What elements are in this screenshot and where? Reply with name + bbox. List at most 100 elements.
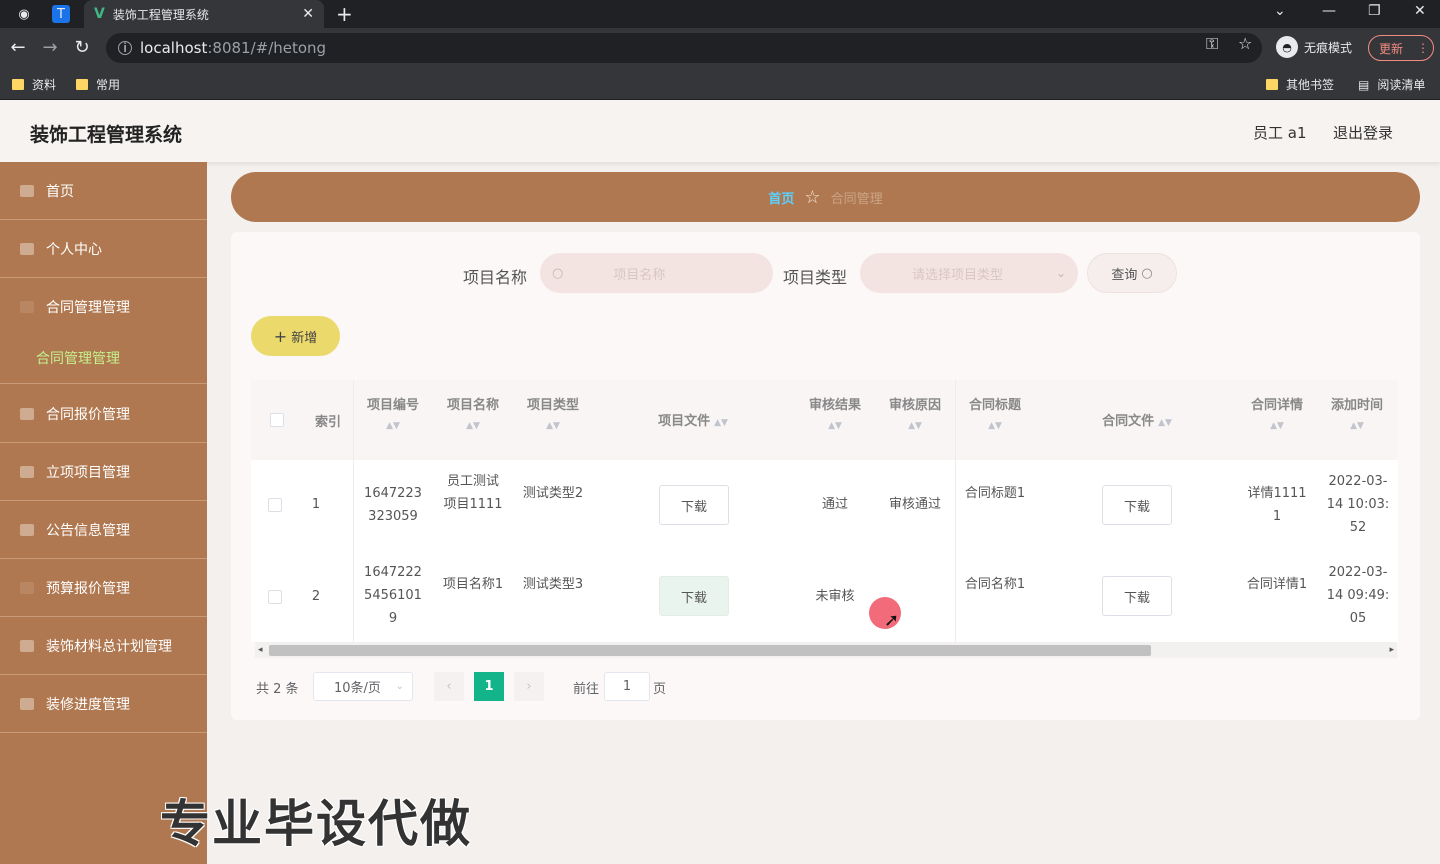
folder-icon: [76, 79, 88, 90]
sidebar-subitem-label: 合同管理管理: [36, 350, 120, 367]
prev-page-button[interactable]: ‹: [434, 672, 464, 701]
project-name-input[interactable]: ○ 项目名称: [540, 253, 773, 293]
table-row[interactable]: 2 16472225456101 9 项目名称1 测试类型3 下载 未审核 合同…: [251, 552, 1398, 642]
incognito-indicator[interactable]: ◓ 无痕模式: [1276, 36, 1352, 58]
chevron-down-icon: ⌄: [1055, 266, 1066, 280]
download-project-file-button[interactable]: 下载: [659, 485, 729, 525]
col-name[interactable]: 项目名称 ▲▼: [433, 394, 513, 431]
goto-page-input[interactable]: 1: [604, 672, 650, 701]
site-info-icon[interactable]: i: [118, 41, 132, 55]
col-file[interactable]: 项目文件 ▲▼: [593, 410, 793, 429]
sort-icon[interactable]: ▲▼: [1158, 418, 1172, 428]
sort-icon[interactable]: ▲▼: [1237, 421, 1317, 431]
star-icon: ☆: [804, 186, 821, 208]
bookmark-folder[interactable]: 常用: [76, 76, 120, 93]
tab-close-icon[interactable]: ✕: [302, 6, 314, 22]
sort-icon[interactable]: ▲▼: [955, 421, 1035, 431]
chevron-down-icon: ⌄: [395, 681, 404, 692]
bookmark-star-icon[interactable]: ☆: [1238, 34, 1252, 53]
sidebar-item-label: 装修进度管理: [46, 696, 130, 713]
sidebar-item-home[interactable]: 首页: [0, 162, 207, 220]
breadcrumb-home[interactable]: 首页: [768, 188, 794, 207]
project-type-placeholder: 请选择项目类型: [912, 267, 1004, 283]
minimize-icon[interactable]: —: [1322, 3, 1336, 19]
bookmark-folder[interactable]: 资料: [12, 76, 56, 93]
download-contract-file-button[interactable]: 下载: [1102, 576, 1172, 616]
sidebar-item-progress[interactable]: 装修进度管理: [0, 675, 207, 733]
col-contract-detail[interactable]: 合同详情 ▲▼: [1237, 394, 1317, 431]
table-header: 索引 项目编号 ▲▼ 项目名称 ▲▼ 项目类型 ▲▼ 项目文件 ▲▼ 审核结果 ▲▼ 审核…: [251, 380, 1398, 460]
cell-index: 1: [311, 497, 321, 512]
restore-icon[interactable]: ❐: [1368, 3, 1381, 19]
cell-contract-detail: 合同详情1: [1246, 577, 1308, 592]
contract-icon: [20, 301, 34, 313]
sidebar-item-material[interactable]: 装饰材料总计划管理: [0, 617, 207, 675]
update-button[interactable]: 更新 ⋮: [1368, 35, 1434, 61]
col-contract-title[interactable]: 合同标题 ▲▼: [955, 394, 1035, 431]
sort-icon[interactable]: ▲▼: [1317, 421, 1397, 431]
scrollbar-thumb[interactable]: [269, 645, 1151, 656]
reading-list[interactable]: ▤ 阅读清单: [1358, 76, 1425, 93]
cell-index: 2: [311, 589, 321, 604]
new-tab-icon[interactable]: +: [336, 2, 353, 26]
scroll-right-icon[interactable]: ▸: [1389, 645, 1394, 655]
table-row[interactable]: 1 1647223323059 员工测试项目1111 测试类型2 下载 通过 审…: [251, 460, 1398, 552]
incognito-icon: ◓: [1276, 36, 1298, 58]
scroll-left-icon[interactable]: ◂: [258, 645, 263, 655]
sidebar-item-notice[interactable]: 公告信息管理: [0, 501, 207, 559]
query-button[interactable]: 查询 ○: [1087, 253, 1177, 293]
cell-type: 测试类型3: [522, 577, 584, 592]
update-label: 更新: [1379, 41, 1404, 56]
back-icon[interactable]: ←: [8, 37, 28, 58]
col-result[interactable]: 审核结果 ▲▼: [795, 394, 875, 431]
active-tab[interactable]: V 装饰工程管理系统 ✕: [84, 0, 324, 28]
col-contract-title-label: 合同标题: [968, 398, 1021, 413]
next-page-button[interactable]: ›: [514, 672, 544, 701]
col-type[interactable]: 项目类型 ▲▼: [513, 394, 593, 431]
download-project-file-button[interactable]: 下载: [659, 576, 729, 616]
table-horizontal-scrollbar[interactable]: ◂ ▸: [255, 642, 1397, 658]
sort-icon[interactable]: ▲▼: [875, 421, 955, 431]
project-icon: [20, 465, 34, 478]
window-close-icon[interactable]: ✕: [1414, 3, 1426, 19]
cell-time: 2022-03-14 10:03:52: [1326, 474, 1390, 535]
sidebar-subitem-contract[interactable]: 合同管理管理: [0, 332, 207, 384]
cell-result: 通过: [821, 497, 848, 512]
reading-list-icon: ▤: [1358, 77, 1370, 92]
select-all-checkbox[interactable]: [270, 413, 284, 427]
pinned-tab-icon[interactable]: T: [52, 5, 70, 23]
tab-search-icon[interactable]: ⌄: [1274, 3, 1286, 19]
row-checkbox[interactable]: [268, 590, 282, 604]
sidebar-item-contract[interactable]: 合同管理管理: [0, 278, 207, 336]
sort-icon[interactable]: ▲▼: [433, 421, 513, 431]
sidebar-item-quote[interactable]: 合同报价管理: [0, 385, 207, 443]
key-icon[interactable]: ⚿: [1206, 34, 1218, 54]
sort-icon[interactable]: ▲▼: [795, 421, 875, 431]
other-bookmarks[interactable]: 其他书签: [1266, 76, 1334, 93]
col-file-label: 项目文件: [658, 414, 711, 429]
page-size-select[interactable]: 10条/页 ⌄: [313, 672, 413, 701]
cell-contract-detail: 详情11111: [1247, 486, 1307, 524]
download-contract-file-button[interactable]: 下载: [1102, 485, 1172, 525]
sort-icon[interactable]: ▲▼: [714, 418, 728, 428]
col-contract-file[interactable]: 合同文件 ▲▼: [1037, 410, 1237, 429]
col-code[interactable]: 项目编号 ▲▼: [353, 394, 433, 431]
add-button[interactable]: + 新增: [251, 316, 340, 356]
col-time[interactable]: 添加时间 ▲▼: [1317, 394, 1397, 431]
tab-title: 装饰工程管理系统: [112, 7, 209, 22]
logout-link[interactable]: 退出登录: [1333, 122, 1393, 143]
sort-icon[interactable]: ▲▼: [513, 421, 593, 431]
browser-globe-icon[interactable]: ◉: [14, 4, 34, 24]
current-page-button[interactable]: 1: [474, 672, 504, 701]
forward-icon[interactable]: →: [40, 37, 60, 58]
sidebar-item-project[interactable]: 立项项目管理: [0, 443, 207, 501]
address-bar[interactable]: i localhost:8081/#/hetong: [106, 33, 1262, 63]
sidebar-item-profile[interactable]: 个人中心: [0, 220, 207, 278]
sort-icon[interactable]: ▲▼: [353, 421, 433, 431]
sidebar-item-budget[interactable]: 预算报价管理: [0, 559, 207, 617]
project-type-select[interactable]: 请选择项目类型 ⌄: [860, 253, 1078, 293]
row-checkbox[interactable]: [268, 498, 282, 512]
reload-icon[interactable]: ↻: [72, 37, 92, 58]
more-menu-icon[interactable]: ⋮: [1417, 41, 1429, 55]
col-reason[interactable]: 审核原因 ▲▼: [875, 394, 955, 431]
